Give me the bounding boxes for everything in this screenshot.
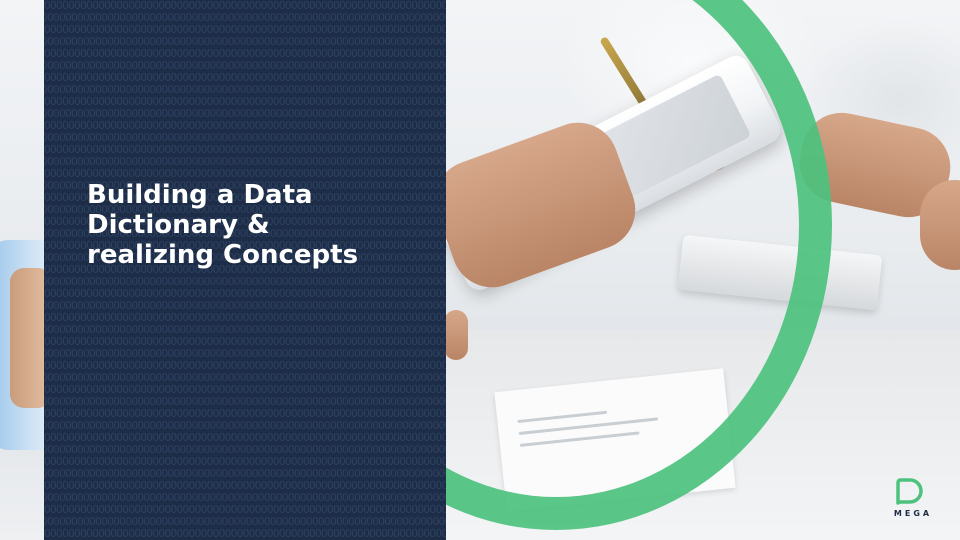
title-line-3: realizing Concepts <box>87 240 359 270</box>
mega-logo: MEGA <box>886 476 940 524</box>
mega-logo-icon <box>896 478 923 505</box>
logo-wordmark: MEGA <box>893 509 933 518</box>
hand-right-edge <box>920 180 960 270</box>
title-line-1: Building a Data <box>87 180 313 210</box>
slide-title: Building a Data Dictionary & realizing Con… <box>87 180 427 270</box>
slide: OOOOOOOOOOOOOOOOOOOOOOOOOOOOOOOOOOOOOOOO… <box>0 0 960 540</box>
title-panel: OOOOOOOOOOOOOOOOOOOOOOOOOOOOOOOOOOOOOOOO… <box>44 0 446 540</box>
title-line-2: Dictionary & <box>87 210 270 240</box>
